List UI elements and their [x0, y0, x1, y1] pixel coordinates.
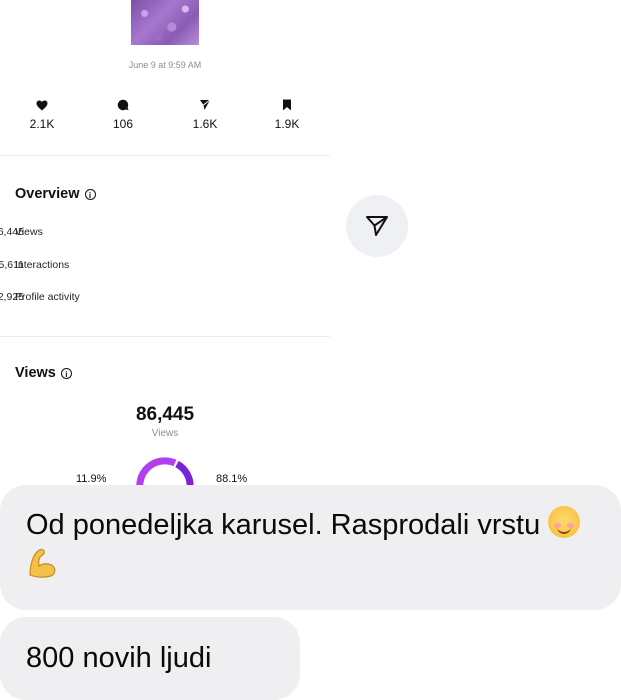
comments-stat[interactable]: 106 [93, 98, 153, 131]
message-bubble[interactable]: Od ponedeljka karusel. Rasprodali vrstu [0, 485, 621, 610]
comment-icon [117, 99, 129, 111]
views-total: 86,445 [135, 404, 195, 425]
non-followers-percent: 88.1% [216, 473, 248, 485]
flexed-biceps-icon [29, 548, 56, 578]
info-icon[interactable]: i [84, 188, 96, 200]
comments-count: 106 [112, 117, 134, 131]
profile-activity-label: Profile activity [15, 291, 80, 303]
share-icon [200, 99, 211, 110]
message-bubble[interactable]: 800 novih ljudi [0, 617, 300, 700]
message-text: 800 novih ljudi [26, 642, 212, 674]
shares-stat[interactable]: 1.6K [175, 98, 235, 131]
bookmark-icon [283, 99, 291, 111]
saves-count: 1.9K [274, 117, 300, 131]
info-icon[interactable]: i [60, 367, 72, 379]
likes-stat[interactable]: 2.1K [12, 98, 72, 131]
share-button[interactable] [346, 195, 408, 257]
views-total-label: Views [151, 428, 179, 439]
overview-title: Overview [15, 186, 80, 202]
profile-activity-value: 2,925 [0, 291, 24, 303]
views-value: 86,445 [0, 226, 24, 238]
message-text: Od ponedeljka karusel. Rasprodali vrstu [26, 509, 541, 541]
views-title: Views [15, 365, 56, 381]
post-thumbnail[interactable] [131, 0, 199, 45]
likes-count: 2.1K [29, 117, 55, 131]
divider [0, 336, 330, 337]
heart-icon [36, 100, 48, 110]
divider [0, 155, 330, 156]
insights-screenshot: June 9 at 9:59 AM 2.1K 106 1.6K 1.9K Ove… [0, 0, 330, 495]
post-timestamp: June 9 at 9:59 AM [128, 60, 202, 70]
overview-heading: Overview i [15, 186, 96, 202]
interactions-value: 5,611 [0, 259, 24, 271]
saves-stat[interactable]: 1.9K [257, 98, 317, 131]
followers-percent: 11.9% [76, 473, 107, 485]
send-icon [366, 216, 388, 236]
shares-count: 1.6K [192, 117, 218, 131]
smiling-face-icon [548, 506, 581, 538]
views-heading: Views i [15, 365, 72, 381]
